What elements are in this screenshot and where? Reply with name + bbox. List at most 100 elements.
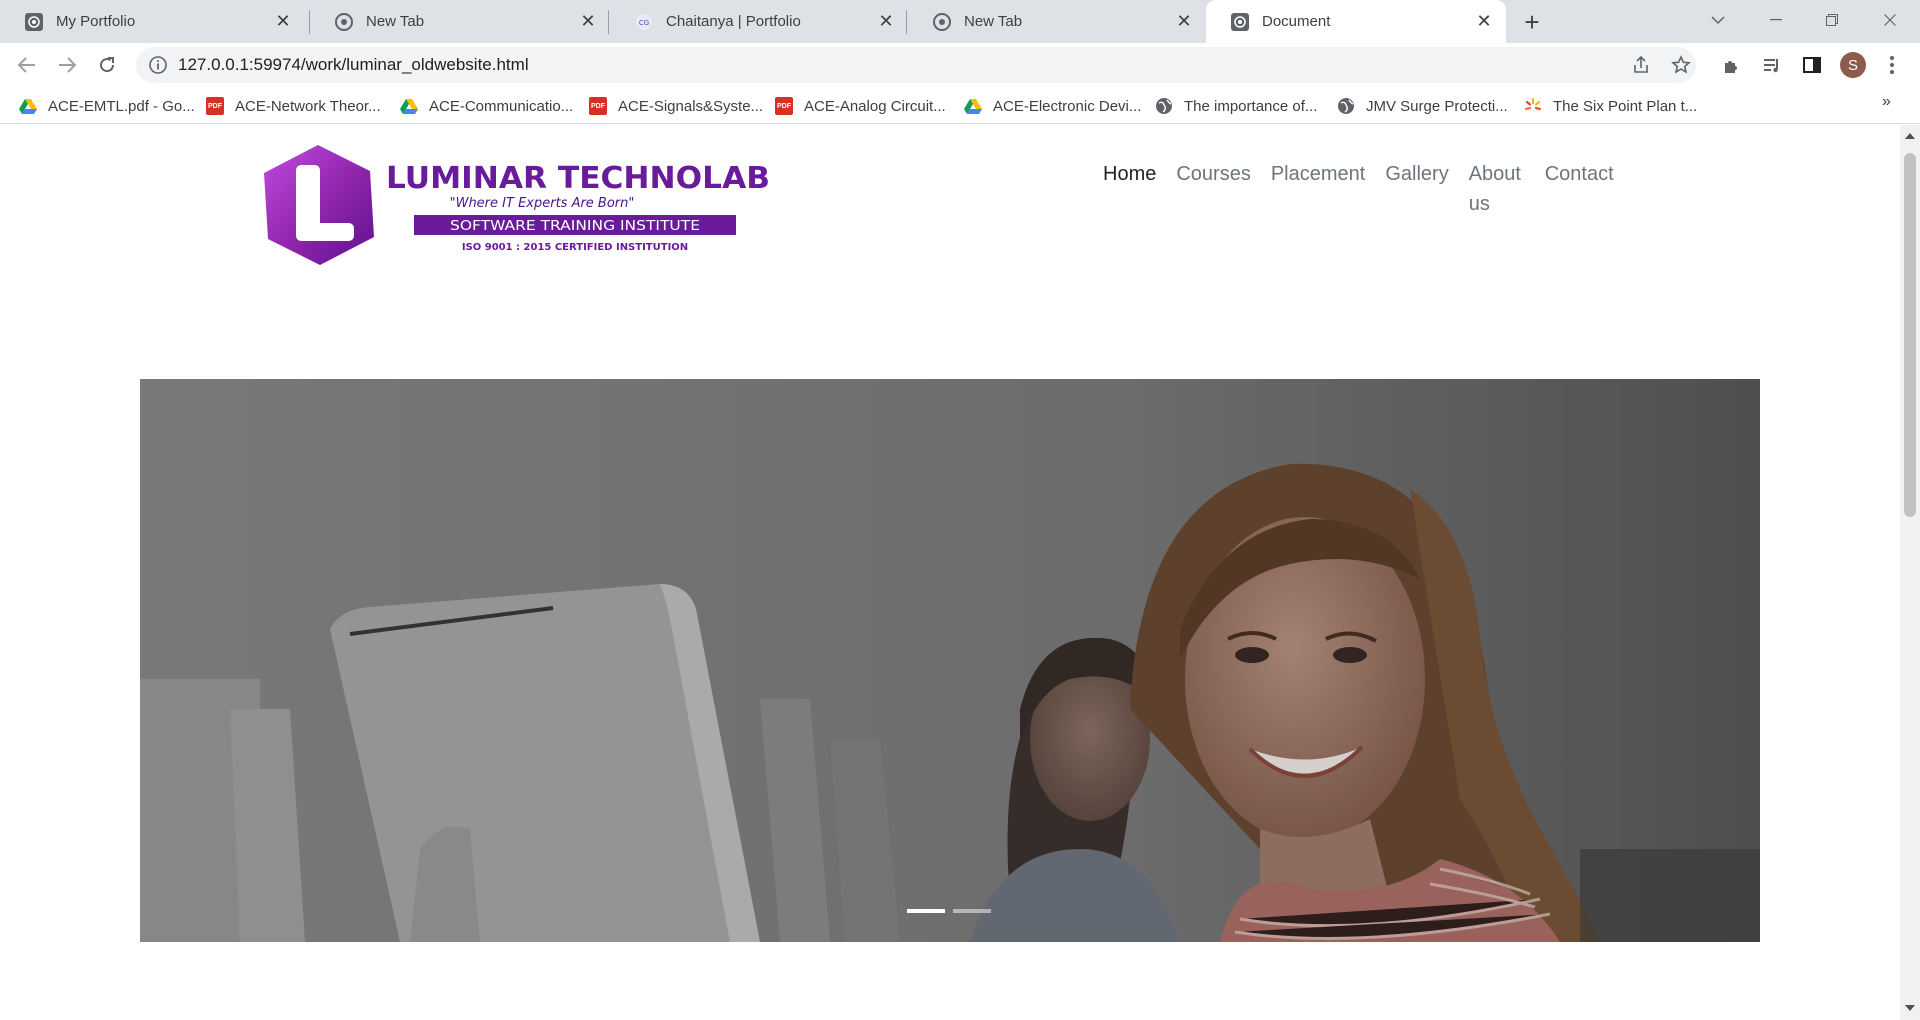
tab-search-button[interactable] — [1690, 0, 1746, 40]
google-drive-icon — [963, 96, 983, 116]
address-bar[interactable]: 127.0.0.1:59974/work/luminar_oldwebsite.… — [136, 47, 1696, 83]
page-scrollbar[interactable] — [1900, 125, 1920, 1020]
pdf-icon: PDF — [588, 96, 608, 116]
radio-waves-icon — [24, 12, 44, 32]
page-viewport: LUMINAR TECHNOLAB "Where IT Experts Are … — [0, 125, 1900, 1020]
minimize-button[interactable] — [1748, 0, 1804, 40]
restore-button[interactable] — [1804, 0, 1860, 40]
tab-title: New Tab — [366, 13, 425, 30]
bookmarks-bar: ACE-EMTL.pdf - Go... PDF ACE-Network The… — [0, 87, 1920, 124]
tab-strip: My Portfolio ✕ New Tab ✕ CG Chaitanya | … — [0, 0, 1920, 43]
chevron-down-icon — [1711, 16, 1725, 25]
logo-name: LUMINAR TECHNOLAB — [386, 161, 770, 196]
bookmark-label: ACE-Electronic Devi... — [993, 97, 1142, 115]
bookmark-label: ACE-Signals&Syste... — [618, 97, 764, 115]
minimize-icon — [1770, 19, 1782, 21]
svg-text:CG: CG — [639, 19, 649, 27]
share-icon[interactable] — [1630, 54, 1652, 76]
luminar-logo[interactable]: LUMINAR TECHNOLAB "Where IT Experts Are … — [262, 143, 772, 267]
carousel-indicator-1[interactable] — [907, 909, 945, 913]
main-nav: Home Courses Placement Gallery About us … — [1093, 159, 1624, 219]
nav-courses[interactable]: Courses — [1166, 159, 1260, 219]
reload-icon — [100, 57, 115, 73]
bookmark-item[interactable]: ACE-Electronic Devi... — [963, 94, 1141, 118]
google-drive-icon — [399, 96, 419, 116]
tab-title: Document — [1262, 13, 1331, 30]
bookmark-star-icon[interactable] — [1670, 54, 1692, 76]
nav-placement[interactable]: Placement — [1261, 159, 1376, 219]
chrome-icon — [932, 12, 952, 32]
globe-icon — [1154, 96, 1174, 116]
close-icon — [1884, 14, 1896, 26]
tab-separator — [906, 10, 907, 34]
back-button[interactable] — [11, 49, 43, 81]
chrome-icon — [334, 12, 354, 32]
nav-home[interactable]: Home — [1093, 159, 1166, 219]
nav-contact[interactable]: Contact — [1535, 159, 1624, 219]
arrow-right-icon — [59, 57, 76, 73]
bookmark-item[interactable]: PDF ACE-Analog Circuit... — [774, 94, 946, 118]
bookmark-item[interactable]: ACE-EMTL.pdf - Go... — [18, 94, 195, 118]
new-tab-button[interactable]: + — [1517, 7, 1547, 37]
bookmark-item[interactable]: The importance of... — [1154, 94, 1317, 118]
hero-slide-image — [140, 379, 1760, 942]
nav-about-us[interactable]: About us — [1459, 159, 1535, 219]
extensions-icon[interactable] — [1720, 53, 1744, 77]
restore-icon — [1826, 14, 1838, 26]
globe-icon — [1336, 96, 1356, 116]
tab-separator — [608, 10, 609, 34]
radio-waves-icon — [1230, 12, 1250, 32]
profile-avatar[interactable]: S — [1840, 52, 1866, 78]
bookmarks-overflow-button[interactable]: » — [1882, 93, 1891, 111]
side-panel-icon[interactable] — [1800, 53, 1824, 77]
scroll-down-arrow-icon[interactable] — [1905, 1005, 1915, 1011]
logo-tagline: "Where IT Experts Are Born" — [450, 196, 635, 211]
media-control-icon[interactable] — [1760, 53, 1784, 77]
close-icon[interactable]: ✕ — [273, 11, 293, 32]
logo-banner: SOFTWARE TRAINING INSTITUTE — [450, 219, 700, 234]
pdf-icon: PDF — [205, 96, 225, 116]
tab-my-portfolio[interactable]: My Portfolio ✕ — [0, 0, 305, 43]
logo-certification: ISO 9001 : 2015 CERTIFIED INSTITUTION — [462, 242, 688, 253]
tab-title: Chaitanya | Portfolio — [666, 13, 801, 30]
bookmark-label: JMV Surge Protecti... — [1366, 97, 1508, 115]
bookmark-label: The importance of... — [1184, 97, 1318, 115]
bookmark-item[interactable]: The Six Point Plan t... — [1523, 94, 1697, 118]
tab-chaitanya-portfolio[interactable]: CG Chaitanya | Portfolio ✕ — [610, 0, 908, 43]
pdf-icon: PDF — [774, 96, 794, 116]
close-icon[interactable]: ✕ — [1474, 11, 1494, 32]
nav-gallery[interactable]: Gallery — [1375, 159, 1458, 219]
scrollbar-thumb[interactable] — [1904, 153, 1916, 517]
arrow-left-icon — [18, 57, 35, 73]
bookmark-label: The Six Point Plan t... — [1553, 97, 1698, 115]
info-icon[interactable] — [148, 55, 168, 75]
bookmark-item[interactable]: PDF ACE-Network Theor... — [205, 94, 381, 118]
cg-icon: CG — [634, 12, 654, 32]
forward-button[interactable] — [51, 49, 83, 81]
tab-new-tab-2[interactable]: New Tab ✕ — [908, 0, 1206, 43]
tab-document[interactable]: Document ✕ — [1206, 0, 1506, 43]
more-menu-icon[interactable] — [1880, 53, 1904, 77]
bookmark-item[interactable]: JMV Surge Protecti... — [1336, 94, 1508, 118]
sparkle-icon — [1523, 96, 1543, 116]
close-icon[interactable]: ✕ — [1174, 11, 1194, 32]
bookmark-label: ACE-Communicatio... — [429, 97, 574, 115]
url-text[interactable]: 127.0.0.1:59974/work/luminar_oldwebsite.… — [178, 55, 529, 75]
bookmark-item[interactable]: PDF ACE-Signals&Syste... — [588, 94, 763, 118]
close-icon[interactable]: ✕ — [578, 11, 598, 32]
browser-toolbar: 127.0.0.1:59974/work/luminar_oldwebsite.… — [0, 43, 1920, 87]
google-drive-icon — [18, 96, 38, 116]
tab-title: My Portfolio — [56, 13, 136, 30]
scroll-up-arrow-icon[interactable] — [1905, 133, 1915, 139]
hero-carousel[interactable] — [140, 379, 1760, 942]
reload-button[interactable] — [91, 49, 123, 81]
tab-new-tab-1[interactable]: New Tab ✕ — [310, 0, 610, 43]
carousel-indicator-2[interactable] — [953, 909, 991, 913]
close-window-button[interactable] — [1862, 0, 1918, 40]
bookmark-item[interactable]: ACE-Communicatio... — [399, 94, 573, 118]
carousel-indicators — [907, 909, 991, 913]
bookmark-label: ACE-Network Theor... — [235, 97, 381, 115]
bookmark-label: ACE-Analog Circuit... — [804, 97, 946, 115]
tab-title: New Tab — [964, 13, 1023, 30]
close-icon[interactable]: ✕ — [876, 11, 896, 32]
